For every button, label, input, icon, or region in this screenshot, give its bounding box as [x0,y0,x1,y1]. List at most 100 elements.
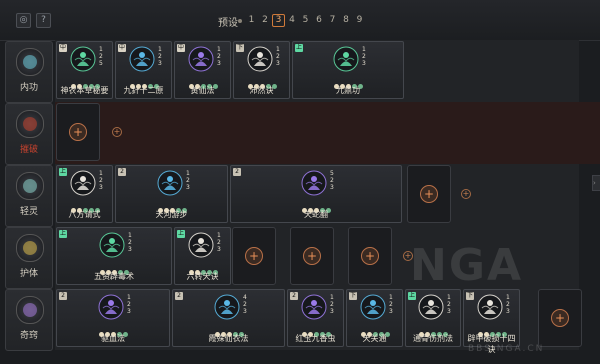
preset-tab-3[interactable]: 3 [272,14,285,27]
add-skill-icon: + [361,247,379,265]
preset-tab-7[interactable]: 7 [326,14,339,27]
skill-level: 3 [276,60,280,67]
skill-level: 2 [447,301,451,308]
preset-tab-8[interactable]: 8 [340,14,353,27]
quality-dots [158,198,188,213]
preset-tab-4[interactable]: 4 [286,14,299,27]
skill-level: 2 [389,301,393,308]
skill-name: 驱血法 [101,334,125,343]
skill-name: 霞殊仙衣法 [208,334,249,343]
skill-levels: 125 [99,46,103,67]
skill-levels: 123 [217,46,221,67]
preset-tab-5[interactable]: 5 [299,14,312,27]
skill-icon [70,170,96,196]
empty-skill-slot[interactable]: + [538,289,582,347]
side-panel-toggle-icon[interactable]: › [592,175,600,191]
skill-name: 天关通 [362,334,387,343]
skill-icon [477,294,503,320]
skill-level: 2 [330,301,334,308]
skill-level: 1 [158,46,162,53]
skill-level: 2 [243,301,247,308]
skill-level: 2 [330,177,334,184]
skill-levels: 123 [276,46,280,67]
skill-icon [360,294,386,320]
skill-card[interactable]: 上 1 2 3 九鼎功 [292,41,404,99]
add-skill-icon: + [303,247,321,265]
skill-level: 3 [330,184,334,191]
row-tab-0[interactable]: 内功 [5,41,53,103]
skill-icon [99,232,125,258]
grade-badge: 上 [59,230,67,238]
skill-level: 3 [128,246,132,253]
row-label: 轻灵 [19,207,38,217]
skill-card[interactable]: 中 1 2 5 神农本草秘要 [56,41,113,99]
skill-icon [98,294,124,320]
quality-dots [302,322,332,337]
quality-dots [99,322,129,337]
grade-badge: 2 [233,168,241,176]
skill-level: 3 [217,60,221,67]
row-tab-1[interactable]: 摧破 [5,103,53,165]
empty-skill-slot[interactable]: + [56,103,100,161]
quality-dots [100,260,130,275]
skill-card[interactable]: 下 1 2 3 天关通 [346,289,403,347]
skill-level: 1 [389,294,393,301]
row-lane [55,102,600,164]
skill-icon [214,294,240,320]
skill-card[interactable]: 2 1 2 3 驱血法 [56,289,170,347]
grade-badge: 下 [236,44,244,52]
skill-card[interactable]: 上 1 2 3 五资辟毒术 [56,227,172,285]
skill-card[interactable]: 2 1 2 3 红玉九香虫 [287,289,344,347]
skill-card[interactable]: 2 1 2 3 天河游步 [115,165,228,223]
refresh-icon[interactable]: ◎ [16,13,31,28]
row-emblem-icon [16,172,44,200]
skill-card[interactable]: 上 1 2 3 八方请式 [56,165,113,223]
skill-level: 2 [128,239,132,246]
empty-skill-slot[interactable]: + [290,227,334,285]
skill-level: 1 [99,46,103,53]
row-tab-3[interactable]: 护体 [5,227,53,289]
skill-level: 1 [217,46,221,53]
skill-level: 1 [128,232,132,239]
skill-card[interactable]: 下 1 2 3 沛然诀 [233,41,290,99]
quality-dots [361,322,391,337]
skill-levels: 123 [389,294,393,315]
add-skill-icon: + [551,309,569,327]
row-label: 奇窍 [19,331,38,341]
skill-levels: 123 [330,294,334,315]
grade-badge: 上 [59,168,67,176]
expand-slot-icon[interactable]: + [112,127,122,137]
skill-level: 2 [506,301,510,308]
preset-separator-dot [238,19,242,23]
preset-tab-2[interactable]: 2 [259,14,272,27]
skill-levels: 123 [158,46,162,67]
preset-tab-6[interactable]: 6 [313,14,326,27]
skill-card[interactable]: 下 1 2 3 辟甲破损十四诀 [463,289,520,354]
skill-levels: 523 [330,170,334,191]
quality-dots [71,198,101,213]
help-icon[interactable]: ? [36,13,51,28]
grade-badge: 下 [466,292,474,300]
empty-skill-slot[interactable]: + [348,227,392,285]
row-tab-2[interactable]: 轻灵 [5,165,53,227]
skill-level: 3 [447,308,451,315]
skill-card[interactable]: 2 5 2 3 天蛇翻 [230,165,402,223]
row-tab-4[interactable]: 奇窍 [5,289,53,351]
skill-card[interactable]: 上 1 2 3 通骨伤剂法 [405,289,461,347]
skill-card[interactable]: 上 1 2 3 六转天诀 [174,227,231,285]
skill-level: 3 [186,184,190,191]
skill-level: 2 [186,177,190,184]
preset-tab-1[interactable]: 1 [245,14,258,27]
expand-slot-icon[interactable]: + [461,189,471,199]
skill-card[interactable]: 中 1 2 3 黄仙法 [174,41,231,99]
row-label: 护体 [19,269,38,279]
skill-card[interactable]: 中 1 2 3 九針十二原 [115,41,172,99]
skill-level: 2 [99,53,103,60]
empty-skill-slot[interactable]: + [232,227,276,285]
empty-skill-slot[interactable]: + [407,165,451,223]
watermark-subtitle: BBS.NGA.CN [468,344,545,354]
grade-badge: 2 [118,168,126,176]
skill-card[interactable]: 2 4 2 3 霞殊仙衣法 [172,289,285,347]
skill-level: 1 [447,294,451,301]
preset-tab-9[interactable]: 9 [353,14,366,27]
